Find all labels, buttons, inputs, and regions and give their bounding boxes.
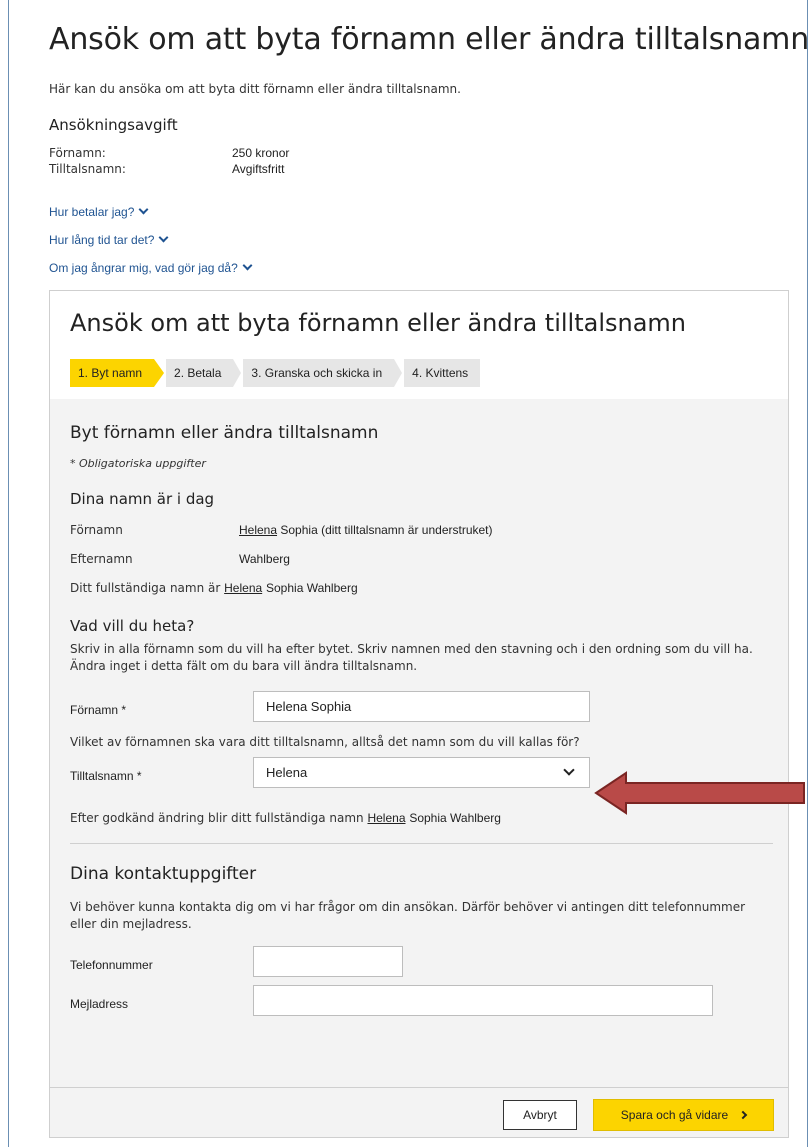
save-and-continue-label: Spara och gå vidare xyxy=(620,1108,729,1122)
form-footer: Avbryt Spara och gå vidare xyxy=(50,1087,788,1137)
form-title: Ansök om att byta förnamn eller ändra ti… xyxy=(70,309,687,337)
current-last-label: Efternamn xyxy=(70,552,133,566)
accordion-duration-label: Hur lång tid tar det? xyxy=(49,233,155,247)
contact-heading: Dina kontaktuppgifter xyxy=(70,864,257,884)
fee-heading: Ansökningsavgift xyxy=(49,116,178,134)
application-form-card: Ansök om att byta förnamn eller ändra ti… xyxy=(49,290,789,1138)
current-first-value: Helena Sophia (ditt tilltalsnamn är unde… xyxy=(239,523,493,537)
after-rest: Sophia Wahlberg xyxy=(409,811,501,825)
required-note: * Obligatoriska uppgifter xyxy=(70,457,206,470)
step-indicator: 1. Byt namn 2. Betala 3. Granska och ski… xyxy=(70,359,486,387)
page-frame: Ansök om att byta förnamn eller ändra ti… xyxy=(8,0,810,1147)
chevron-down-icon xyxy=(138,204,149,215)
fee-value-call: Avgiftsfritt xyxy=(232,162,285,176)
fee-label-call: Tilltalsnamn: xyxy=(49,162,126,176)
cancel-button[interactable]: Avbryt xyxy=(503,1100,577,1130)
current-full-call: Helena xyxy=(224,581,263,595)
chevron-down-icon xyxy=(158,232,169,243)
fee-value-first: 250 kronor xyxy=(232,146,290,160)
form-body: Byt förnamn eller ändra tilltalsnamn * O… xyxy=(50,399,788,1137)
first-name-input[interactable]: Helena Sophia xyxy=(253,691,590,722)
fee-label-first: Förnamn: xyxy=(49,146,106,160)
annotation-arrow-icon xyxy=(594,771,805,815)
email-input[interactable] xyxy=(253,985,713,1016)
current-full-prefix: Ditt fullständiga namn är xyxy=(70,581,221,595)
call-name-selected: Helena xyxy=(266,765,308,780)
phone-label: Telefonnummer xyxy=(70,958,153,972)
chevron-down-icon xyxy=(242,260,253,271)
current-last-value: Wahlberg xyxy=(239,552,290,566)
after-prefix: Efter godkänd ändring blir ditt fullstän… xyxy=(70,811,364,825)
wanted-heading: Vad vill du heta? xyxy=(70,617,195,635)
current-first-note: (ditt tilltalsnamn är understruket) xyxy=(321,523,493,537)
after-change-name: Efter godkänd ändring blir ditt fullstän… xyxy=(70,811,501,825)
current-full-rest: Sophia Wahlberg xyxy=(266,581,358,595)
current-call-name: Helena xyxy=(239,523,278,537)
step-pay: 2. Betala xyxy=(166,359,242,387)
intro-text: Här kan du ansöka om att byta ditt förna… xyxy=(49,82,461,96)
section-divider xyxy=(70,843,773,844)
call-name-label: Tilltalsnamn * xyxy=(70,769,142,783)
section-title: Byt förnamn eller ändra tilltalsnamn xyxy=(70,423,379,443)
chevron-down-icon xyxy=(563,764,575,776)
email-label: Mejladress xyxy=(70,997,129,1011)
wanted-instructions: Skriv in alla förnamn som du vill ha eft… xyxy=(70,642,753,673)
call-name-question: Vilket av förnamnen ska vara ditt tillta… xyxy=(70,735,580,749)
first-name-label: Förnamn * xyxy=(70,703,127,717)
accordion-payment-label: Hur betalar jag? xyxy=(49,205,135,219)
current-full-name: Ditt fullständiga namn är Helena Sophia … xyxy=(70,581,358,595)
step-change-name: 1. Byt namn xyxy=(70,359,165,387)
step-receipt: 4. Kvittens xyxy=(404,359,481,387)
current-names-heading: Dina namn är i dag xyxy=(70,490,215,508)
chevron-right-icon xyxy=(738,1110,748,1120)
page-title: Ansök om att byta förnamn eller ändra ti… xyxy=(49,22,810,57)
after-call: Helena xyxy=(367,811,406,825)
accordion-duration[interactable]: Hur lång tid tar det? xyxy=(49,232,169,247)
accordion-regret[interactable]: Om jag ångrar mig, vad gör jag då? xyxy=(49,260,253,275)
save-and-continue-button[interactable]: Spara och gå vidare xyxy=(593,1099,774,1131)
phone-input[interactable] xyxy=(253,946,403,977)
call-name-select[interactable]: Helena xyxy=(253,757,590,788)
accordion-payment[interactable]: Hur betalar jag? xyxy=(49,204,149,219)
contact-instructions: Vi behöver kunna kontakta dig om vi har … xyxy=(70,900,746,931)
accordion-regret-label: Om jag ångrar mig, vad gör jag då? xyxy=(49,261,238,275)
current-first-rest: Sophia xyxy=(280,523,318,537)
current-first-label: Förnamn xyxy=(70,523,123,537)
step-review: 3. Granska och skicka in xyxy=(243,359,402,387)
